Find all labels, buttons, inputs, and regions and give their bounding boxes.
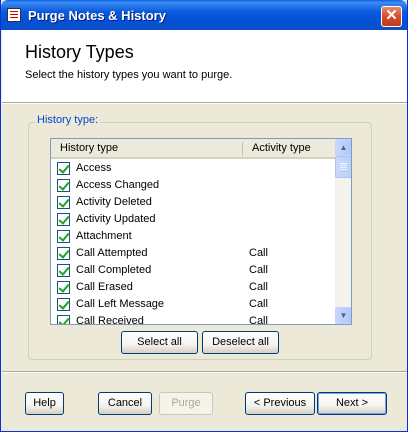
list-item[interactable]: Call Erased Call: [51, 279, 335, 296]
row-checkbox[interactable]: [57, 196, 70, 209]
previous-button[interactable]: < Previous: [245, 392, 315, 415]
list-item[interactable]: Attachment: [51, 228, 335, 245]
list-header: History type Activity type: [51, 139, 335, 159]
column-header-activity-type[interactable]: Activity type: [252, 142, 311, 154]
title-bar[interactable]: Purge Notes & History ✕: [1, 0, 407, 30]
app-icon: [7, 8, 21, 22]
row-history-type: Activity Deleted: [76, 196, 152, 208]
history-type-group-label: History type:: [35, 114, 101, 126]
row-activity-type: Call: [249, 281, 268, 293]
scroll-thumb[interactable]: [335, 156, 351, 178]
row-checkbox[interactable]: [57, 247, 70, 260]
row-activity-type: Call: [249, 247, 268, 259]
row-history-type: Call Left Message: [76, 298, 165, 310]
row-history-type: Activity Updated: [76, 213, 156, 225]
scroll-down-button[interactable]: ▼: [335, 307, 351, 324]
arrow-up-icon: ▲: [339, 143, 348, 152]
list-item[interactable]: Call Completed Call: [51, 262, 335, 279]
purge-dialog: Purge Notes & History ✕ History Types Se…: [0, 0, 408, 432]
window-title: Purge Notes & History: [28, 8, 166, 23]
row-checkbox[interactable]: [57, 179, 70, 192]
close-icon: ✕: [385, 7, 398, 24]
list-item[interactable]: Call Received Call: [51, 313, 335, 325]
row-history-type: Attachment: [76, 230, 132, 242]
deselect-all-button[interactable]: Deselect all: [202, 331, 279, 354]
cancel-button[interactable]: Cancel: [98, 392, 152, 415]
row-history-type: Call Completed: [76, 264, 152, 276]
wizard-header: History Types Select the history types y…: [2, 30, 407, 103]
select-all-button[interactable]: Select all: [121, 331, 198, 354]
column-divider[interactable]: [242, 142, 243, 156]
row-history-type: Call Erased: [76, 281, 133, 293]
page-subtitle: Select the history types you want to pur…: [25, 69, 233, 81]
row-history-type: Call Attempted: [76, 247, 148, 259]
list-item[interactable]: Access Changed: [51, 177, 335, 194]
list-item[interactable]: Call Attempted Call: [51, 245, 335, 262]
history-type-list[interactable]: History type Activity type Access Access…: [50, 138, 352, 325]
arrow-down-icon: ▼: [339, 311, 348, 320]
row-checkbox[interactable]: [57, 298, 70, 311]
scroll-up-button[interactable]: ▲: [335, 139, 351, 156]
row-activity-type: Call: [249, 264, 268, 276]
list-rows: Access Access Changed Activity Deleted A…: [51, 160, 335, 325]
list-item[interactable]: Access: [51, 160, 335, 177]
list-item[interactable]: Activity Deleted: [51, 194, 335, 211]
footer-divider-highlight: [2, 372, 407, 373]
header-divider: [2, 103, 407, 104]
row-checkbox[interactable]: [57, 264, 70, 277]
row-history-type: Access: [76, 162, 112, 174]
list-item[interactable]: Activity Updated: [51, 211, 335, 228]
next-button[interactable]: Next >: [317, 392, 387, 415]
row-checkbox[interactable]: [57, 162, 70, 175]
row-checkbox[interactable]: [57, 281, 70, 294]
row-checkbox[interactable]: [57, 315, 70, 324]
list-item[interactable]: Call Left Message Call: [51, 296, 335, 313]
page-title: History Types: [25, 42, 134, 62]
row-activity-type: Call: [249, 315, 268, 325]
row-checkbox[interactable]: [57, 213, 70, 226]
row-activity-type: Call: [249, 298, 268, 310]
help-button[interactable]: Help: [25, 392, 64, 415]
row-history-type: Call Received: [76, 315, 144, 325]
column-header-history-type[interactable]: History type: [60, 142, 118, 154]
purge-button[interactable]: Purge: [159, 392, 213, 415]
row-checkbox[interactable]: [57, 230, 70, 243]
row-history-type: Access Changed: [76, 179, 160, 191]
list-scrollbar[interactable]: ▲ ▼: [335, 139, 351, 324]
close-button[interactable]: ✕: [381, 6, 402, 27]
